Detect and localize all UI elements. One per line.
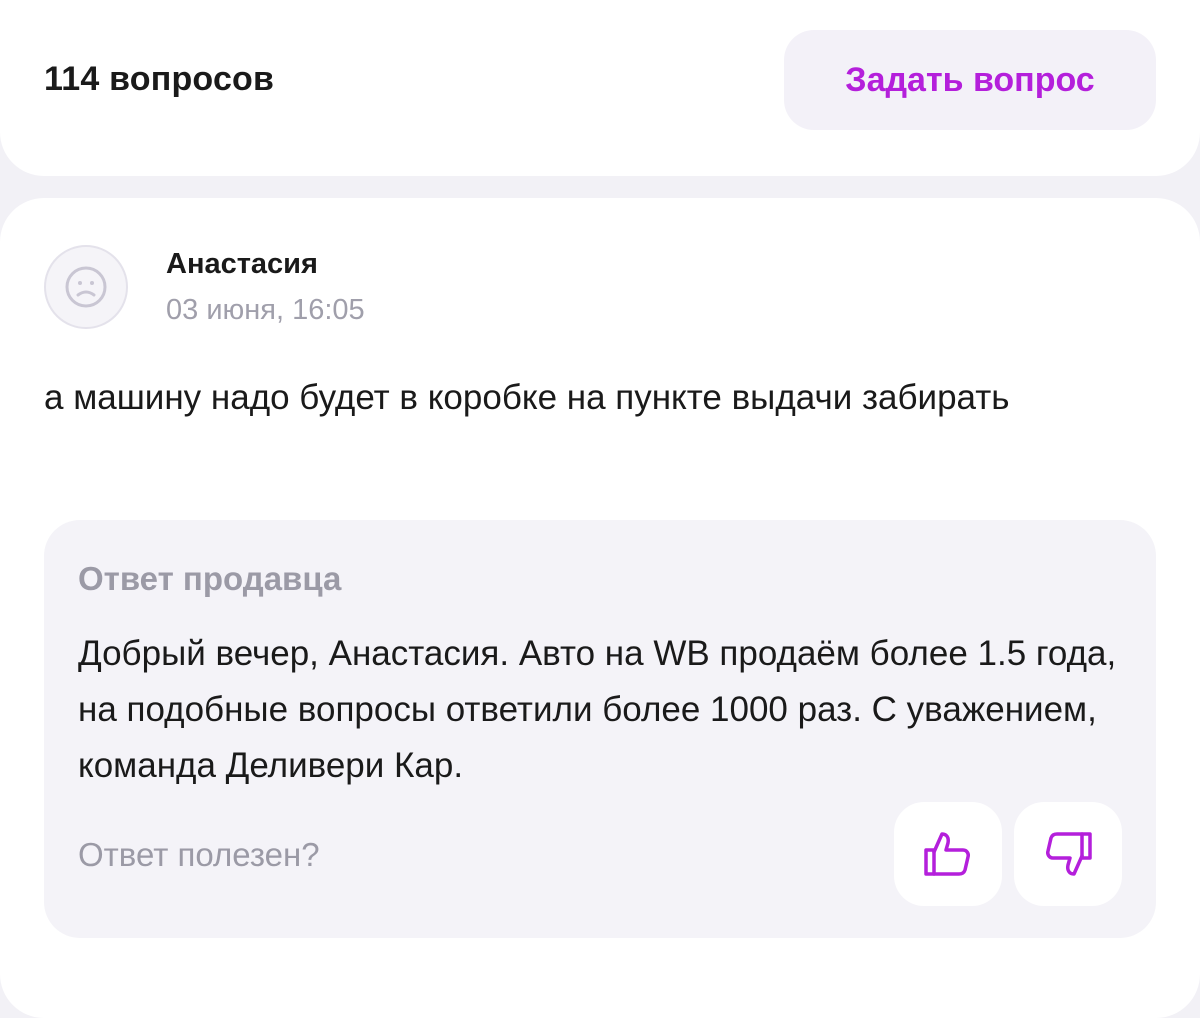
author-name: Анастасия [166, 248, 318, 280]
answer-title: Ответ продавца [78, 560, 342, 597]
sad-face-icon [65, 266, 107, 308]
thumbs-up-button[interactable] [894, 802, 1002, 906]
question-text: а машину надо будет в коробке на пункте … [44, 378, 1010, 417]
thumbs-down-button[interactable] [1014, 802, 1122, 906]
question-date: 03 июня, 16:05 [166, 294, 365, 326]
answer-text: Добрый вечер, Анастасия. Авто на WB прод… [78, 634, 1117, 785]
thumbs-down-icon [1046, 832, 1092, 876]
questions-count: 114 вопросов [44, 60, 275, 98]
helpful-prompt: Ответ полезен? [78, 836, 320, 873]
avatar [44, 245, 128, 329]
thumbs-up-icon [924, 832, 970, 876]
ask-question-button[interactable]: Задать вопрос [784, 30, 1156, 130]
